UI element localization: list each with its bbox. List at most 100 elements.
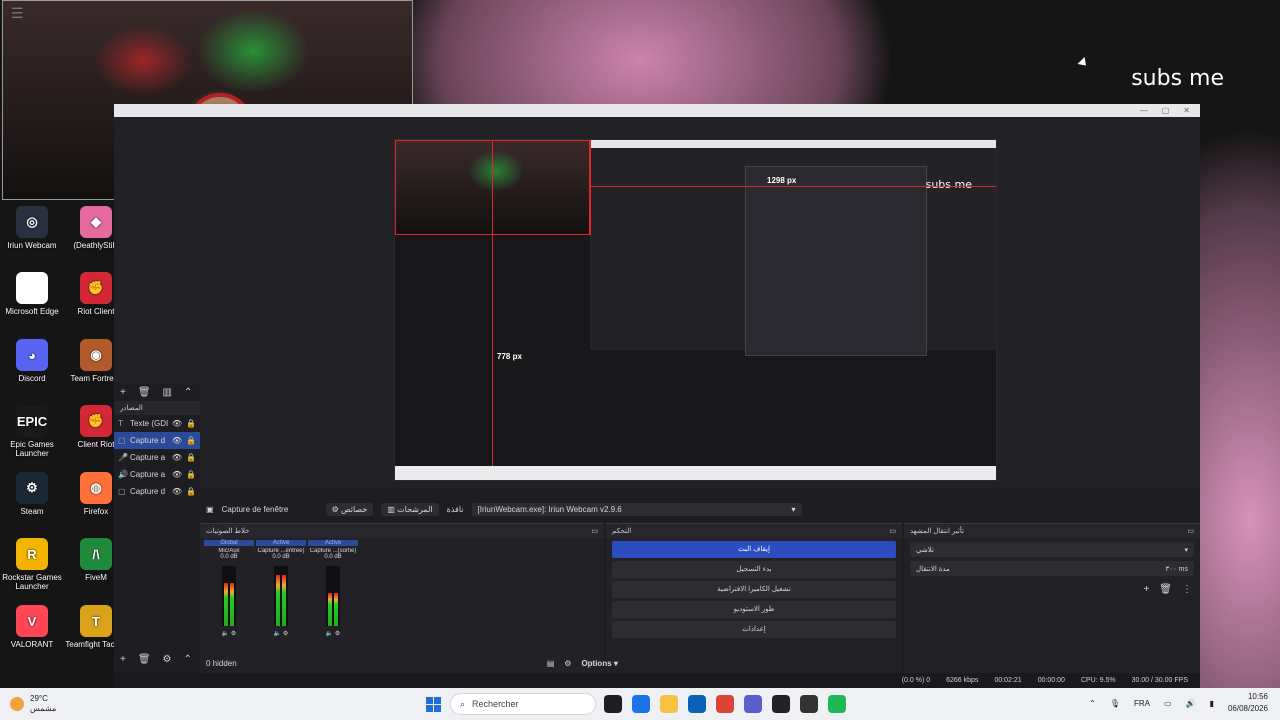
taskbar-app-icon[interactable] [660,695,678,713]
desktop-icon[interactable]: EPIC Epic Games Launcher [0,405,64,458]
speaker-icon[interactable]: 🔈 ⚙ [204,630,254,637]
lock-icon[interactable]: 🔒 [186,470,196,479]
speaker-icon[interactable]: 🔈 ⚙ [256,630,306,637]
taskbar-app-icon[interactable] [688,695,706,713]
channel-tab[interactable]: Global [204,540,254,546]
window-select[interactable]: [IriunWebcam.exe]: Iriun Webcam v2.9.6 ▾ [471,502,802,516]
volume-meter[interactable] [274,566,288,626]
minimize-icon[interactable]: — [1140,106,1148,115]
battery-icon[interactable]: ▮ [1210,699,1214,708]
search-icon: ⌕ [460,698,466,709]
source-settings-icon[interactable]: ⚙ [163,654,172,665]
lock-icon[interactable]: 🔒 [186,487,196,496]
lock-icon[interactable]: 🔒 [186,419,196,428]
guide-line-vertical [492,140,493,480]
add-transition-icon[interactable]: + [1143,584,1149,595]
mixer-channel: Global Mic/Aux 0.0 dB 🔈 ⚙ [204,540,254,637]
remove-source-icon[interactable]: 🗑 [138,654,151,665]
taskbar-app-icon[interactable] [604,695,622,713]
eye-icon[interactable]: 👁 [172,470,182,479]
taskbar-app-icon[interactable] [800,695,818,713]
up-icon[interactable]: ⌃ [184,387,192,398]
source-type-icon: 🔊 [118,470,128,479]
lock-icon[interactable]: 🔒 [186,453,196,462]
app-icon: V [16,605,48,637]
source-item[interactable]: 🎤 Capture a 👁 🔒 [114,449,200,466]
taskbar-app-icon[interactable] [828,695,846,713]
network-icon[interactable]: ▭ [1164,699,1172,708]
eye-icon[interactable]: 👁 [172,419,182,428]
control-button[interactable]: بدء التسجيل [612,561,896,578]
desktop-icon[interactable]: Microsoft Edge [0,272,64,316]
channel-tab[interactable]: Active [256,540,306,546]
filter-icon[interactable]: ▥ [163,387,172,398]
windows-start-icon[interactable] [426,697,441,712]
speaker-icon[interactable]: 🔈 ⚙ [308,630,358,637]
preview-canvas[interactable]: subs me 1298 px 778 px [394,139,997,481]
filters-button[interactable]: ▥ المرشحات [381,502,439,516]
close-icon[interactable]: ✕ [1183,106,1190,115]
taskbar-app-icon[interactable] [716,695,734,713]
dropped-frames: (0.0 %) 0 [901,677,931,684]
taskbar-app-icon[interactable] [632,695,650,713]
properties-button[interactable]: ⚙ خصائص [325,502,374,516]
source-item[interactable]: T Texte (GDI 👁 🔒 [114,415,200,432]
trash-icon[interactable]: 🗑 [138,387,151,398]
remove-transition-icon[interactable]: 🗑 [1159,584,1172,595]
weather-widget[interactable]: 29°C مشمس [10,694,120,714]
source-item[interactable]: ▢ Capture d 👁 🔒 [114,432,200,449]
chevron-down-icon: ▾ [1184,546,1188,554]
dock-undock-icon[interactable]: ▭ [1187,527,1194,535]
desktop-icon[interactable]: ◎ Iriun Webcam [0,206,64,250]
eye-icon[interactable]: 👁 [172,487,182,496]
volume-meter[interactable] [326,566,340,626]
control-button[interactable]: إعدادات [612,621,896,638]
layout-icon[interactable]: ▤ [547,659,555,668]
rec-time: 00:00:00 [1037,677,1065,684]
desktop-icon-label: Rockstar Games Launcher [2,573,62,591]
add-icon[interactable]: + [120,387,126,398]
chevron-up-icon[interactable]: ⌃ [1089,699,1096,708]
add-source-icon[interactable]: + [120,654,126,665]
source-item[interactable]: 🔊 Capture a 👁 🔒 [114,466,200,483]
app-icon: ✊ [80,405,112,437]
eye-icon[interactable]: 👁 [172,453,182,462]
microphone-icon[interactable]: 🎙 [1110,699,1120,708]
dock-undock-icon[interactable]: ▭ [889,527,896,535]
control-button[interactable]: إيقاف البث [612,541,896,558]
desktop-icon[interactable]: ◕ Discord [0,339,64,383]
app-icon: ◎ [16,206,48,238]
taskbar-search[interactable]: ⌕ Rechercher [450,693,596,715]
more-icon[interactable]: ⋮ [1182,584,1192,595]
taskbar-app-icon[interactable] [772,695,790,713]
settings-icon[interactable]: ⚙ [564,659,571,668]
volume-meter[interactable] [222,566,236,626]
source-list: T Texte (GDI 👁 🔒 ▢ Capture d 👁 🔒 🎤 Capture a 👁 🔒 🔊 Ca… [114,415,200,500]
transition-select[interactable]: تلاشي ▾ [910,542,1194,557]
lock-icon[interactable]: 🔒 [186,436,196,445]
desktop-icon-label: Iriun Webcam [7,241,57,250]
guide-line-vertical-2 [590,140,591,235]
preview-nested-screen-inner [745,166,927,356]
options-button[interactable]: Options ▾ [581,659,617,668]
language[interactable]: FRA [1134,699,1150,708]
taskbar-app-icon[interactable] [744,695,762,713]
dock-undock-icon[interactable]: ▭ [591,527,598,535]
bottom-toolbar: 0 hidden ▤ ⚙ Options ▾ [200,655,902,671]
desktop-icon[interactable]: R Rockstar Games Launcher [0,538,64,591]
transition-duration[interactable]: مدة الانتقال ٣٠٠ ms [910,561,1194,576]
desktop-icon[interactable]: V VALORANT [0,605,64,649]
channel-tab[interactable]: Active [308,540,358,546]
clock[interactable]: 10:56 06/08/2026 [1228,691,1268,715]
eye-icon[interactable]: 👁 [172,436,182,445]
maximize-icon[interactable]: ▢ [1162,106,1170,115]
desktop-icon[interactable]: ⚙ Steam [0,472,64,516]
menu-icon[interactable]: ☰ [11,5,24,22]
volume-icon[interactable]: 🔊 [1186,699,1196,708]
control-button[interactable]: طور الاستوديو [612,601,896,618]
control-button[interactable]: تشغيل الكاميرا الافتراضية [612,581,896,598]
move-up-icon[interactable]: ⌃ [184,654,192,665]
window-label: نافذة [446,504,464,514]
source-item[interactable]: ▢ Capture d 👁 🔒 [114,483,200,500]
app-icon: ⚙ [16,472,48,504]
